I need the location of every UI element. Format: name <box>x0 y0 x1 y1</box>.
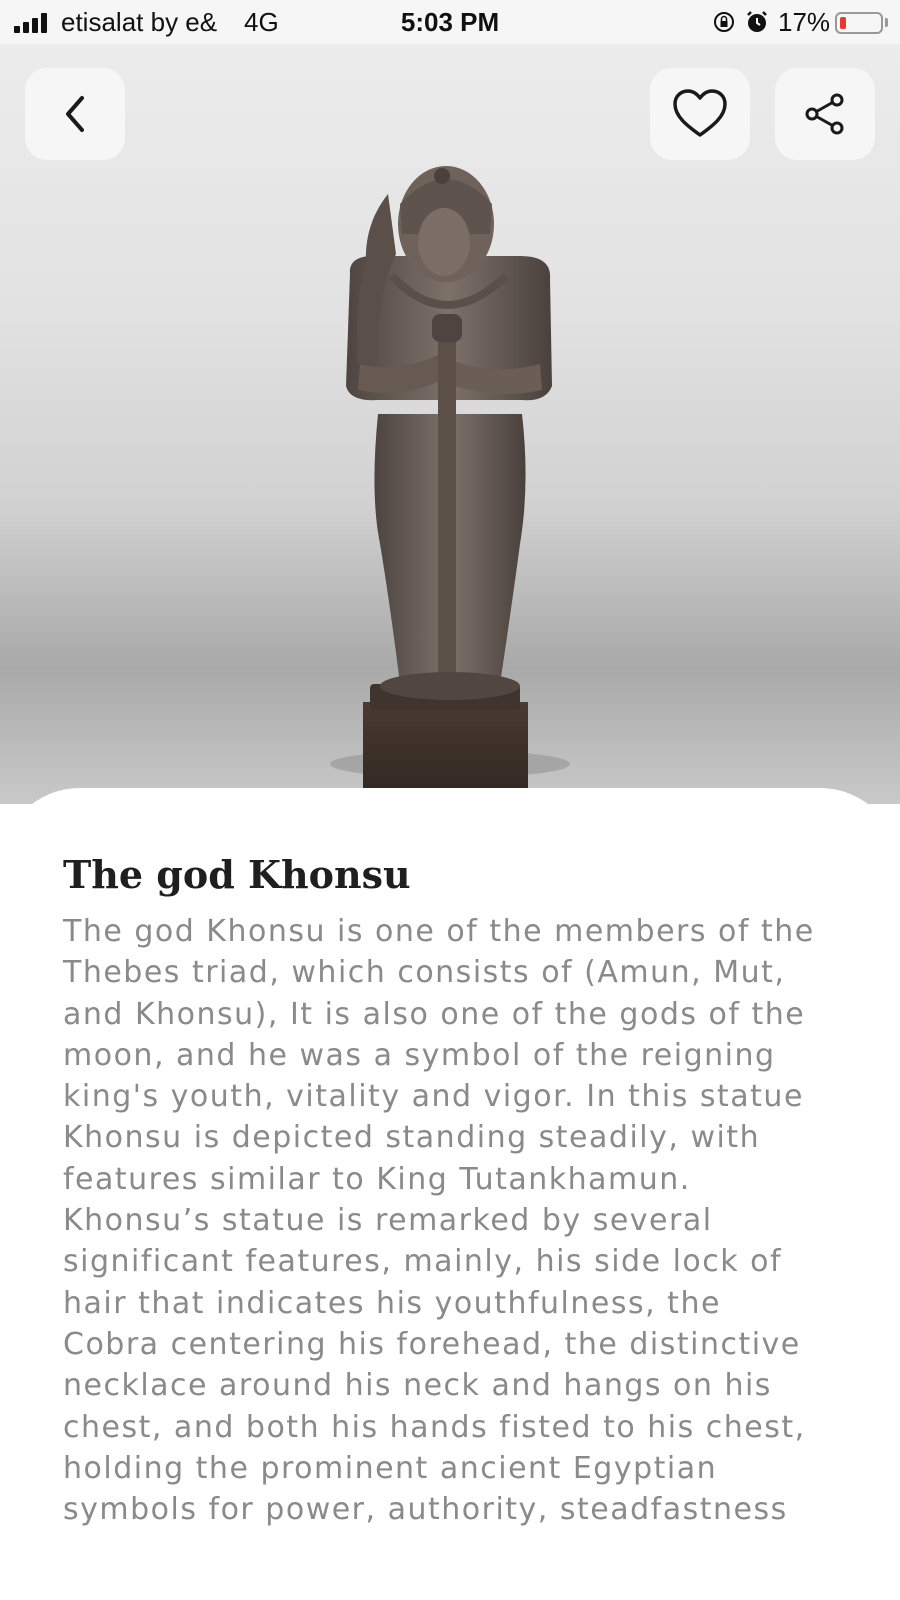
battery-level-fill <box>840 17 846 29</box>
description-line: necklace around his neck and hangs on hi… <box>63 1368 772 1404</box>
description-line: holding the prominent ancient Egyptian <box>63 1450 718 1486</box>
battery-tip <box>885 18 888 27</box>
heart-outline-icon <box>673 89 727 137</box>
artifact-image <box>0 44 900 804</box>
description-line: chest, and both his hands fisted to his … <box>63 1409 806 1445</box>
description-line: king's youth, vitality and vigor. In thi… <box>63 1079 804 1115</box>
description-line: hair that indicates his youthfulness, th… <box>63 1285 721 1321</box>
rotation-lock-icon <box>714 12 734 32</box>
favorite-button[interactable] <box>650 68 750 160</box>
artifact-title: The god Khonsu <box>63 852 411 897</box>
description-line: significant features, mainly, his side l… <box>63 1244 783 1280</box>
description-line: The god Khonsu is one of the members of … <box>63 914 815 949</box>
back-button[interactable] <box>25 68 125 160</box>
chevron-left-icon <box>66 96 84 132</box>
khonsu-statue-image <box>330 166 570 804</box>
description-line: Cobra centering his forehead, the distin… <box>63 1326 801 1362</box>
description-line: and Khonsu), It is also one of the gods … <box>63 996 806 1032</box>
artifact-description: The god Khonsu is one of the members of … <box>63 911 853 1530</box>
share-button[interactable] <box>775 68 875 160</box>
description-line: Khonsu’s statue is remarked by several <box>63 1203 713 1239</box>
alarm-icon <box>747 11 767 32</box>
status-bar: etisalat by e& 4G 5:03 PM 17% <box>0 0 900 44</box>
description-line: Khonsu is depicted standing steadily, wi… <box>63 1120 761 1156</box>
battery-icon <box>835 12 883 34</box>
description-line: Thebes triad, which consists of (Amun, M… <box>63 955 786 991</box>
share-icon <box>805 93 844 135</box>
description-line: moon, and he was a symbol of the reignin… <box>63 1037 776 1073</box>
battery-percentage: 17% <box>778 7 831 37</box>
description-line: features similar to King Tutankhamun. <box>63 1161 691 1197</box>
description-line: symbols for power, authority, steadfastn… <box>63 1492 788 1528</box>
